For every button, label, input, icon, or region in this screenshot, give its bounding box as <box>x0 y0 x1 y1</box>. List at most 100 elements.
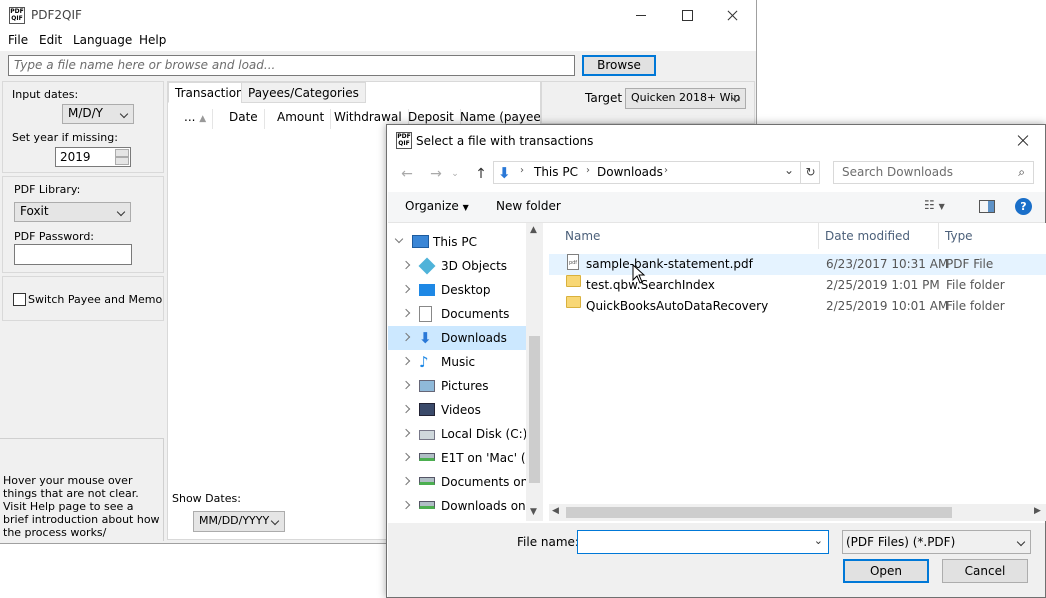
browse-button[interactable]: Browse <box>582 55 656 76</box>
column-header-amount[interactable]: Amount <box>271 109 332 129</box>
preview-pane-icon[interactable] <box>979 200 995 213</box>
back-arrow-icon[interactable]: ← <box>396 165 418 183</box>
file-type: File folder <box>946 278 1005 292</box>
download-icon: ⬇ <box>419 329 432 347</box>
refresh-icon[interactable]: ↻ <box>800 162 820 183</box>
app-titlebar: PDF QIF PDF2QIF <box>0 0 756 31</box>
recent-locations-chevron-icon[interactable]: ⌄ <box>449 165 461 183</box>
filename-label: File name: <box>517 535 579 549</box>
help-text: Hover your mouse over things that are no… <box>0 438 164 541</box>
input-dates-select[interactable]: M/D/Y <box>62 104 134 124</box>
close-button[interactable] <box>710 0 756 31</box>
view-options-icon[interactable]: ☷ ▼ <box>924 198 945 212</box>
tree-item-pictures[interactable]: Pictures <box>388 374 527 398</box>
tree-item-downloads[interactable]: ⬇ Downloads <box>388 326 527 350</box>
pdf-library-label: PDF Library: <box>14 183 81 196</box>
file-row[interactable]: QuickBooksAutoDataRecovery 2/25/2019 10:… <box>549 296 1046 317</box>
target-select[interactable]: Quicken 2018+ Win <box>625 88 746 109</box>
tab-payees-categories[interactable]: Payees/Categories <box>241 82 366 103</box>
scroll-right-icon[interactable]: ▶ <box>1034 506 1041 516</box>
show-dates-select[interactable]: MM/DD/YYYY <box>193 511 285 532</box>
file-name: test.qbw.SearchIndex <box>586 278 715 292</box>
scroll-left-icon[interactable]: ◀ <box>552 506 559 516</box>
col-ellipsis: ... <box>184 110 196 124</box>
file-path-input[interactable]: Type a file name here or browse and load… <box>8 55 575 76</box>
year-spinner[interactable]: 2019 <box>55 147 131 167</box>
scroll-down-icon[interactable]: ▼ <box>530 507 537 517</box>
column-header-date-modified[interactable]: Date modified <box>819 223 939 249</box>
address-bar[interactable]: ⬇ › This PC › Downloads › ⌄ ↻ <box>493 161 820 184</box>
target-value: Quicken 2018+ Win <box>631 91 741 104</box>
tree-item-this-pc[interactable]: This PC <box>388 230 527 254</box>
pdf-password-label: PDF Password: <box>14 230 95 243</box>
menu-edit[interactable]: Edit <box>39 33 62 47</box>
tree-scrollbar[interactable]: ▲ ▼ <box>526 223 543 521</box>
forward-arrow-icon[interactable]: → <box>425 165 447 183</box>
input-dates-group: Input dates: M/D/Y Set year if missing: … <box>2 81 164 173</box>
new-folder-button[interactable]: New folder <box>496 199 561 213</box>
search-placeholder: Search Downloads <box>842 165 953 179</box>
minimize-button[interactable] <box>618 0 664 31</box>
column-header-date[interactable]: Date <box>223 109 265 129</box>
music-icon: ♪ <box>419 353 429 371</box>
tree-item-music[interactable]: ♪ Music <box>388 350 527 374</box>
pdf-library-select[interactable]: Foxit <box>14 202 131 222</box>
tree-label: Downloads <box>441 331 507 345</box>
sort-up-icon: ▲ <box>199 114 207 124</box>
file-row[interactable]: pdf sample-bank-statement.pdf 6/23/2017 … <box>549 254 1046 275</box>
scroll-up-icon[interactable]: ▲ <box>530 225 537 235</box>
menu-language[interactable]: Language <box>73 33 132 47</box>
chevron-right-icon <box>401 308 411 318</box>
menubar: File Edit Language Help <box>0 31 756 51</box>
file-name: QuickBooksAutoDataRecovery <box>586 299 769 313</box>
tree-item-videos[interactable]: Videos <box>388 398 527 422</box>
file-list-hscrollbar[interactable]: ◀ ▶ <box>549 504 1046 521</box>
tree-label: Videos <box>441 403 481 417</box>
scrollbar-thumb[interactable] <box>529 336 540 483</box>
scrollbar-thumb[interactable] <box>566 507 952 518</box>
maximize-button[interactable] <box>664 0 710 31</box>
switch-payee-checkbox[interactable] <box>13 293 26 306</box>
tree-item-local-disk[interactable]: Local Disk (C:) <box>388 422 527 446</box>
dialog-close-button[interactable] <box>1000 125 1046 156</box>
tree-item-3d-objects[interactable]: 3D Objects <box>388 254 527 278</box>
year-value: 2019 <box>60 150 91 164</box>
search-input[interactable]: Search Downloads ⌕ <box>833 161 1034 184</box>
open-button[interactable]: Open <box>843 559 929 583</box>
chevron-down-icon[interactable]: ⌄ <box>814 534 823 547</box>
chevron-right-icon <box>401 356 411 366</box>
chevron-down-icon <box>270 516 280 526</box>
up-arrow-icon[interactable]: ↑ <box>470 165 492 183</box>
cancel-button[interactable]: Cancel <box>942 559 1028 583</box>
pdf-password-input[interactable] <box>14 244 132 265</box>
file-open-dialog: PDF QIF Select a file with transactions … <box>386 124 1046 598</box>
filename-input[interactable]: ⌄ <box>577 530 829 554</box>
column-header-type[interactable]: Type <box>939 223 1046 249</box>
cube-icon <box>418 257 436 275</box>
file-row[interactable]: test.qbw.SearchIndex 2/25/2019 1:01 PM F… <box>549 275 1046 296</box>
column-header-select[interactable]: ... ▲ <box>178 109 214 129</box>
breadcrumb-downloads[interactable]: Downloads <box>597 165 663 179</box>
tree-item-documents[interactable]: Documents <box>388 302 527 326</box>
column-header-name[interactable]: Name <box>549 223 819 249</box>
help-icon[interactable]: ? <box>1015 198 1032 215</box>
file-list: Name Date modified Type pdf sample-bank-… <box>549 223 1046 521</box>
tree-item-e1t-mac[interactable]: E1T on 'Mac' (X: <box>388 446 538 470</box>
filetype-select[interactable]: (PDF Files) (*.PDF) <box>842 530 1031 554</box>
network-drive-icon <box>419 453 435 461</box>
tree-item-documents-network[interactable]: Documents on 'I <box>388 470 539 494</box>
chevron-down-icon <box>394 234 404 244</box>
spin-down-icon[interactable] <box>115 157 129 165</box>
spin-up-icon[interactable] <box>115 149 129 157</box>
show-dates-value: MM/DD/YYYY <box>199 514 270 527</box>
pdf-library-value: Foxit <box>20 204 49 218</box>
chevron-right-icon <box>401 284 411 294</box>
address-dropdown-icon[interactable]: ⌄ <box>784 163 794 177</box>
breadcrumb-this-pc[interactable]: This PC <box>534 165 578 179</box>
network-drive-icon <box>419 477 435 485</box>
tree-item-desktop[interactable]: Desktop <box>388 278 527 302</box>
tree-item-downloads-network[interactable]: Downloads on 'N <box>388 494 542 518</box>
menu-file[interactable]: File <box>8 33 28 47</box>
menu-help[interactable]: Help <box>139 33 166 47</box>
organize-menu[interactable]: Organize ▼ <box>405 199 469 213</box>
